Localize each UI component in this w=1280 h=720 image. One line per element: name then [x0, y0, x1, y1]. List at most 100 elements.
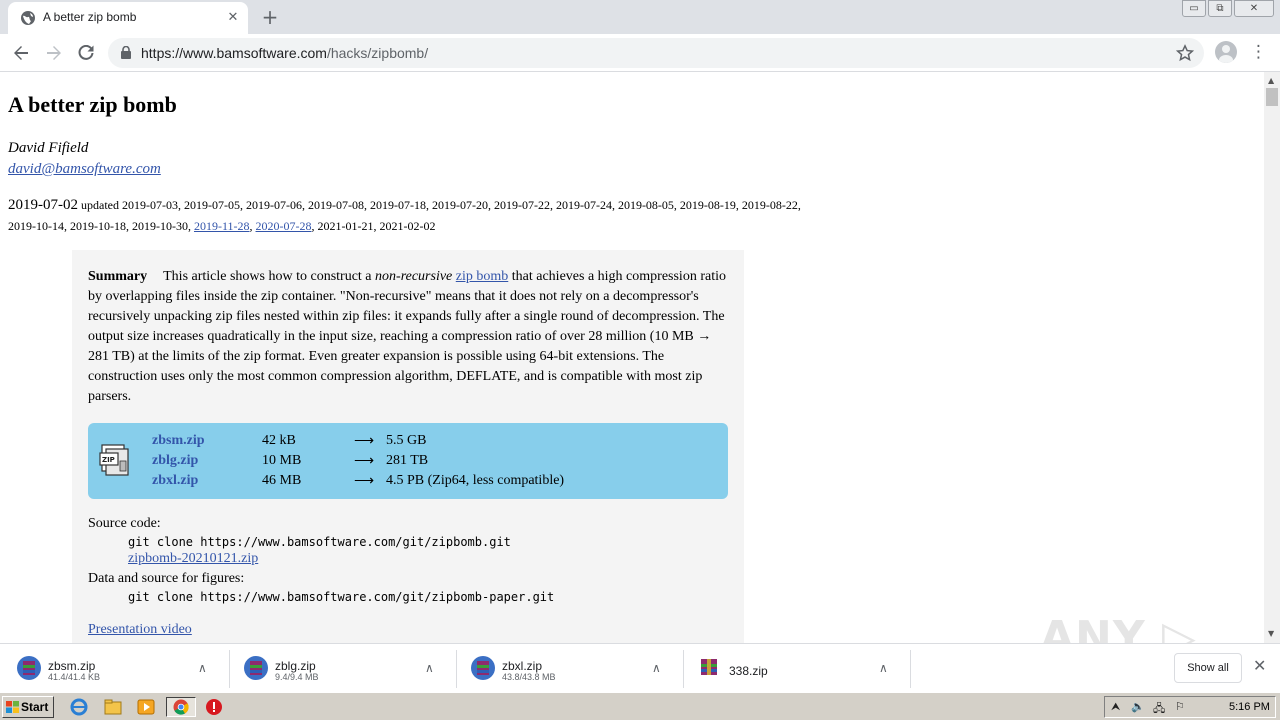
- updated-label: updated: [81, 198, 119, 212]
- back-button[interactable]: [8, 40, 34, 66]
- globe-icon: [21, 11, 35, 25]
- page-viewport: A better zip bomb David Fifield david@ba…: [0, 72, 1264, 643]
- forward-arrow-icon: [47, 46, 61, 60]
- file-size: 10 MB: [262, 453, 302, 468]
- url-text: https://www.bamsoftware.com/hacks/zipbom…: [141, 45, 428, 61]
- file-size: 46 MB: [262, 473, 302, 488]
- file-link-zbsm[interactable]: zbsm.zip: [152, 433, 205, 449]
- tab-strip: A better zip bomb ✕ + ▭ ⧉ ✕: [0, 0, 1280, 34]
- source-code-label: Source code:: [88, 516, 161, 531]
- star-icon[interactable]: [1176, 44, 1194, 62]
- download-file-name: zbxl.zip: [502, 659, 543, 673]
- updated-dates-tail: , 2021-01-21, 2021-02-02: [311, 219, 436, 233]
- download-files-box: ZIP zbsm.zip 42 kB ⟶ 5.5 GB zblg.zip 10 …: [88, 423, 728, 499]
- download-progress-text: 41.4/41.4 KB: [48, 672, 101, 682]
- stop-sign-icon[interactable]: [203, 697, 225, 717]
- forward-button[interactable]: [41, 40, 67, 66]
- winrar-archive-icon: [701, 659, 717, 675]
- summary-text-1: This article shows how to construct a: [163, 269, 376, 284]
- download-item[interactable]: zblg.zip 9.4/9.4 MB ∧: [227, 649, 447, 689]
- summary-paragraph: Summary This article shows how to constru…: [88, 267, 728, 407]
- system-tray: ⮝ 🔈 🖧 ⚐ 5:16 PM: [1104, 696, 1276, 718]
- page-title: A better zip bomb: [8, 92, 177, 117]
- url-path: /hacks/zipbomb/: [326, 45, 429, 61]
- download-file-name: zbsm.zip: [48, 659, 96, 673]
- show-all-button[interactable]: Show all: [1174, 653, 1242, 683]
- tray-expand-icon[interactable]: ⮝: [1111, 700, 1120, 714]
- browser-tab[interactable]: A better zip bomb ✕: [8, 2, 248, 34]
- chrome-icon: [173, 699, 189, 715]
- network-icon[interactable]: 🖧: [1153, 700, 1165, 719]
- zip-bomb-link[interactable]: zip bomb: [456, 269, 509, 284]
- reload-button[interactable]: [73, 40, 99, 66]
- summary-emphasis: non-recursive: [375, 269, 453, 284]
- windows-taskbar: Start ⮝ 🔈 🖧 ⚐ 5:16 PM: [0, 692, 1280, 720]
- author-email-link[interactable]: david@bamsoftware.com: [8, 161, 161, 178]
- minimize-button[interactable]: ▭: [1182, 0, 1206, 17]
- file-size: 42 kB: [262, 433, 296, 448]
- publication-dates: 2019-07-02 updated 2019-07-03, 2019-07-0…: [8, 197, 801, 233]
- data-source-label: Data and source for figures:: [88, 571, 245, 586]
- scroll-up-arrow-icon[interactable]: ▲: [1268, 76, 1274, 85]
- download-item[interactable]: zbxl.zip 43.8/43.8 MB ∧: [454, 649, 674, 689]
- chevron-up-icon[interactable]: ∧: [198, 661, 207, 675]
- download-progress-text: 9.4/9.4 MB: [275, 672, 319, 682]
- taskbar-clock[interactable]: 5:16 PM: [1229, 701, 1270, 713]
- winrar-archive-icon: [471, 656, 495, 680]
- file-explorer-icon[interactable]: [102, 697, 124, 717]
- volume-icon[interactable]: 🔈: [1131, 700, 1145, 713]
- address-bar[interactable]: https://www.bamsoftware.com/hacks/zipbom…: [108, 38, 1204, 68]
- start-label: Start: [21, 700, 49, 714]
- file-output-size: 4.5 PB (Zip64, less compatible): [386, 473, 565, 488]
- url-host: https://www.bamsoftware.com: [141, 45, 327, 61]
- media-player-icon[interactable]: [135, 697, 157, 717]
- kebab-menu-icon[interactable]: ⋮: [1250, 40, 1267, 64]
- download-item[interactable]: 338.zip ∧: [681, 649, 901, 689]
- update-link-2020-07-28[interactable]: 2020-07-28: [256, 219, 312, 233]
- action-center-flag-icon[interactable]: ⚐: [1175, 700, 1185, 713]
- summary-text-3: that achieves a high compression ratio b…: [88, 269, 726, 404]
- file-output-size: 5.5 GB: [386, 433, 427, 448]
- winrar-archive-icon: [244, 656, 268, 680]
- download-progress-text: 43.8/43.8 MB: [502, 672, 556, 682]
- back-arrow-icon: [14, 46, 28, 60]
- source-zip-link[interactable]: zipbomb-20210121.zip: [128, 551, 258, 567]
- download-shelf: zbsm.zip 41.4/41.4 KB ∧ zblg.zip 9.4/9.4…: [0, 643, 1280, 692]
- file-link-zbxl[interactable]: zbxl.zip: [152, 473, 198, 489]
- divider: [910, 650, 911, 688]
- restore-button[interactable]: ⧉: [1208, 0, 1232, 17]
- windows-logo-icon: [6, 701, 19, 713]
- window-controls: ▭ ⧉ ✕: [1182, 0, 1276, 18]
- page-scrollbar[interactable]: ▲ ▼: [1264, 72, 1280, 643]
- publish-date: 2019-07-02: [8, 197, 78, 213]
- new-tab-button[interactable]: +: [259, 6, 281, 28]
- arrow-icon: ⟶: [354, 474, 375, 489]
- summary-heading: Summary: [88, 269, 148, 284]
- profile-avatar-icon[interactable]: [1215, 41, 1237, 63]
- source-clone-command: git clone https://www.bamsoftware.com/gi…: [128, 535, 511, 549]
- data-clone-command: git clone https://www.bamsoftware.com/gi…: [128, 590, 555, 604]
- browser-toolbar: https://www.bamsoftware.com/hacks/zipbom…: [0, 34, 1280, 72]
- chevron-up-icon[interactable]: ∧: [652, 661, 661, 675]
- winrar-archive-icon: [17, 656, 41, 680]
- download-file-name: zblg.zip: [275, 659, 316, 673]
- arrow-icon: ⟶: [354, 434, 375, 449]
- chevron-up-icon[interactable]: ∧: [879, 661, 888, 675]
- presentation-video-link[interactable]: Presentation video: [88, 622, 192, 638]
- lock-icon: [121, 46, 131, 59]
- download-item[interactable]: zbsm.zip 41.4/41.4 KB ∧: [0, 649, 220, 689]
- start-button[interactable]: Start: [2, 696, 54, 718]
- close-window-button[interactable]: ✕: [1234, 0, 1274, 17]
- tab-title: A better zip bomb: [43, 10, 137, 24]
- file-link-zblg[interactable]: zblg.zip: [152, 453, 198, 469]
- chevron-up-icon[interactable]: ∧: [425, 661, 434, 675]
- update-link-2019-11-28[interactable]: 2019-11-28: [194, 219, 250, 233]
- summary-box: Summary This article shows how to constru…: [72, 250, 744, 643]
- tab-close-icon[interactable]: ✕: [224, 9, 242, 27]
- zip-archive-icon: ZIP: [99, 444, 129, 476]
- internet-explorer-icon[interactable]: [68, 697, 90, 717]
- close-shelf-icon[interactable]: ✕: [1253, 656, 1266, 675]
- scroll-thumb[interactable]: [1266, 88, 1278, 106]
- reload-icon: [78, 44, 94, 60]
- chrome-taskbar-button[interactable]: [166, 697, 196, 717]
